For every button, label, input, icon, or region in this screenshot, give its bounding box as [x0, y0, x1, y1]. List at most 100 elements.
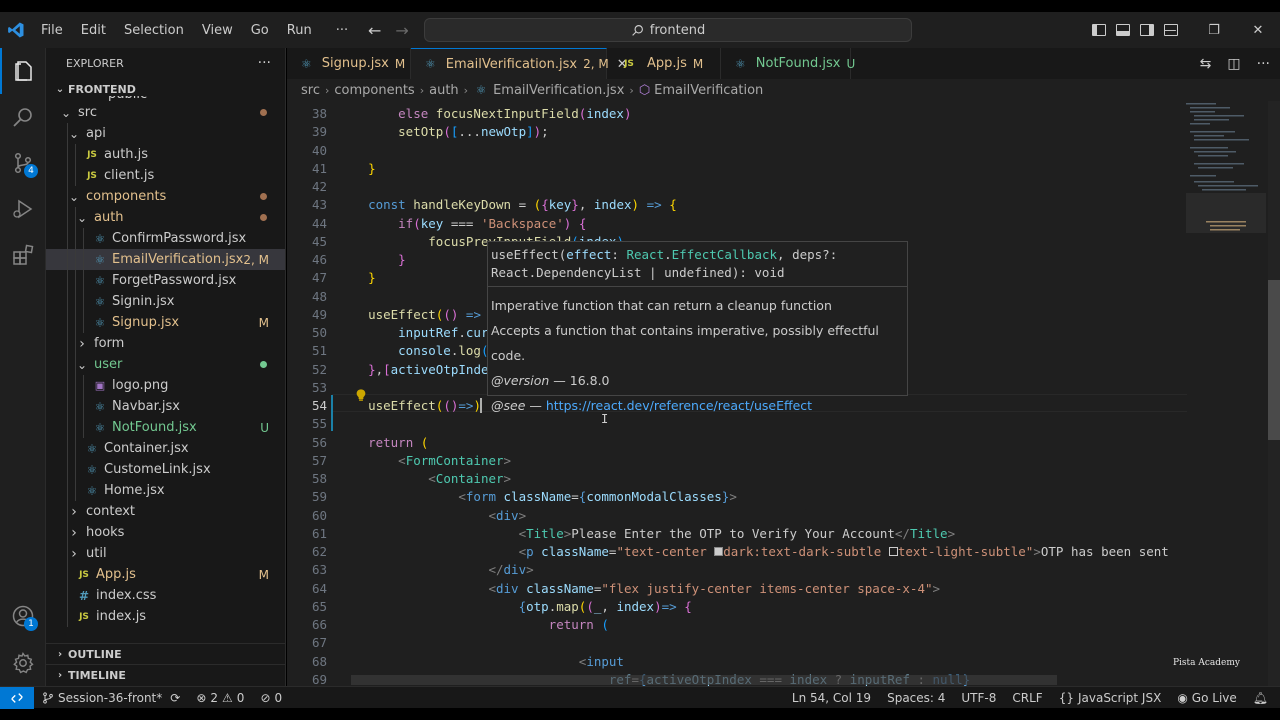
accounts-icon[interactable]: 1: [0, 593, 46, 639]
back-arrow-icon[interactable]: ←: [368, 21, 381, 40]
code-line[interactable]: 62 <p className="text-center dark:text-d…: [287, 543, 1187, 561]
breadcrumb-item[interactable]: components: [334, 83, 414, 98]
tree-file[interactable]: JS client.js: [46, 165, 285, 186]
settings-gear-icon[interactable]: [0, 640, 46, 686]
code-line[interactable]: 68 <input: [287, 653, 1187, 671]
menu-item-view[interactable]: View: [193, 23, 242, 38]
editor-tab[interactable]: ⚛ Signup.jsx M: [287, 48, 411, 79]
close-window-button[interactable]: ✕: [1236, 23, 1280, 38]
tree-file[interactable]: ⚛ Navbar.jsx: [46, 396, 285, 417]
tree-file[interactable]: ⚛ Container.jsx: [46, 438, 285, 459]
code-line[interactable]: 65 {otp.map((_, index)=> {: [287, 598, 1187, 616]
outline-section[interactable]: › OUTLINE: [46, 643, 285, 665]
tree-folder[interactable]: ⌄ user: [46, 354, 285, 375]
breadcrumb-item[interactable]: auth: [429, 83, 459, 98]
scrollbar-thumb[interactable]: [1268, 280, 1280, 440]
tree-folder[interactable]: ⌄ api: [46, 123, 285, 144]
code-line[interactable]: 59 <form className={commonModalClasses}>: [287, 488, 1187, 506]
code-line[interactable]: 57 <FormContainer>: [287, 452, 1187, 470]
menu-item-edit[interactable]: Edit: [72, 23, 115, 38]
code-line[interactable]: 44 if(key === 'Backspace') {: [287, 215, 1187, 233]
code-line[interactable]: 66 return (: [287, 616, 1187, 634]
code-line[interactable]: 38 else focusNextInputField(index): [287, 105, 1187, 123]
language-mode[interactable]: {} JavaScript JSX: [1051, 691, 1170, 705]
tree-file[interactable]: ⚛ CustomeLink.jsx: [46, 459, 285, 480]
remote-indicator-icon[interactable]: [0, 686, 34, 709]
code-line[interactable]: 64 <div className="flex justify-center i…: [287, 580, 1187, 598]
tree-folder[interactable]: ⌄ src: [46, 102, 285, 123]
more-actions-icon[interactable]: ···: [1257, 56, 1270, 72]
toggle-sidebar-icon[interactable]: [1092, 24, 1106, 36]
code-line[interactable]: 42: [287, 178, 1187, 196]
tree-file[interactable]: ⚛ EmailVerification.jsx 2, M: [46, 249, 285, 270]
code-line[interactable]: 43 const handleKeyDown = ({key}, index) …: [287, 196, 1187, 214]
tree-file[interactable]: # index.css: [46, 585, 285, 606]
menu-item-more[interactable]: ···: [327, 23, 357, 38]
tree-folder[interactable]: › util: [46, 543, 285, 564]
code-line[interactable]: 67: [287, 634, 1187, 652]
tree-file[interactable]: JS index.js: [46, 606, 285, 627]
code-line[interactable]: 63 </div>: [287, 561, 1187, 579]
go-live-button[interactable]: ◉ Go Live: [1169, 691, 1244, 705]
explorer-more-button[interactable]: ···: [258, 55, 271, 71]
timeline-section[interactable]: › TIMELINE: [46, 664, 285, 686]
tree-file[interactable]: JS auth.js: [46, 144, 285, 165]
editor-tab[interactable]: ⚛ NotFound.jsx U: [721, 48, 855, 79]
toggle-panel-icon[interactable]: [1116, 24, 1130, 36]
tree-folder[interactable]: ⌄ auth: [46, 207, 285, 228]
minimap[interactable]: [1186, 101, 1266, 281]
code-line[interactable]: 58 <Container>: [287, 470, 1187, 488]
forward-arrow-icon[interactable]: →: [395, 21, 408, 40]
tree-file[interactable]: JS App.js M: [46, 564, 285, 585]
menu-item-go[interactable]: Go: [242, 23, 278, 38]
tree-file[interactable]: ⚛ Signup.jsx M: [46, 312, 285, 333]
menu-item-selection[interactable]: Selection: [115, 23, 193, 38]
code-line[interactable]: 61 <Title>Please Enter the OTP to Verify…: [287, 525, 1187, 543]
breadcrumb-item[interactable]: src: [301, 83, 320, 98]
compare-changes-icon[interactable]: ⇆: [1200, 56, 1212, 72]
menu-item-file[interactable]: File: [32, 23, 72, 38]
notifications-bell-icon[interactable]: 🔔︎: [1245, 691, 1276, 705]
split-editor-icon[interactable]: ◫: [1227, 56, 1240, 72]
breadcrumb-item[interactable]: EmailVerification: [654, 83, 763, 98]
editor-tab[interactable]: ⚛ EmailVerification.jsx 2, M ✕: [411, 48, 628, 79]
code-line[interactable]: 41 }: [287, 160, 1187, 178]
extensions-icon[interactable]: [0, 232, 46, 278]
code-line[interactable]: 60 <div>: [287, 507, 1187, 525]
branch-status[interactable]: Session-36-front* ⟳: [34, 691, 188, 705]
restore-button[interactable]: ❐: [1192, 23, 1236, 38]
tree-folder[interactable]: › hooks: [46, 522, 285, 543]
hover-docs-link[interactable]: https://react.dev/reference/react/useEff…: [546, 398, 812, 413]
search-icon[interactable]: [0, 94, 46, 140]
problems-status[interactable]: ⊗ 2 ⚠ 0: [188, 691, 252, 705]
workspace-root[interactable]: ⌄ FRONTEND: [46, 78, 285, 100]
horizontal-scrollbar[interactable]: [351, 675, 1057, 685]
tree-file[interactable]: ⚛ ForgetPassword.jsx: [46, 270, 285, 291]
ports-status[interactable]: ⊘ 0: [252, 691, 290, 705]
indentation[interactable]: Spaces: 4: [879, 691, 953, 705]
lightbulb-icon[interactable]: [354, 388, 368, 405]
tree-file[interactable]: ⚛ Home.jsx: [46, 480, 285, 501]
tree-file[interactable]: ▣ logo.png: [46, 375, 285, 396]
source-control-icon[interactable]: 4: [0, 140, 46, 186]
tree-file[interactable]: ⚛ NotFound.jsx U: [46, 417, 285, 438]
code-line[interactable]: 40: [287, 142, 1187, 160]
minimize-button[interactable]: —: [1148, 23, 1192, 38]
menu-item-run[interactable]: Run: [278, 23, 321, 38]
explorer-icon[interactable]: [0, 48, 46, 94]
encoding[interactable]: UTF-8: [953, 691, 1004, 705]
tree-folder[interactable]: › form: [46, 333, 285, 354]
tree-file[interactable]: ⚛ Signin.jsx: [46, 291, 285, 312]
tree-folder[interactable]: ⌄ components: [46, 186, 285, 207]
end-of-line[interactable]: CRLF: [1004, 691, 1050, 705]
editor-tab[interactable]: JS App.js M: [607, 48, 721, 79]
run-debug-icon[interactable]: [0, 186, 46, 232]
tree-folder[interactable]: › context: [46, 501, 285, 522]
tree-file[interactable]: ⚛ ConfirmPassword.jsx: [46, 228, 285, 249]
code-line[interactable]: 56 return (: [287, 434, 1187, 452]
cursor-position[interactable]: Ln 54, Col 19: [784, 691, 879, 705]
sync-icon[interactable]: ⟳: [170, 691, 180, 705]
breadcrumb-item[interactable]: EmailVerification.jsx: [493, 83, 624, 98]
command-center-search[interactable]: frontend: [424, 18, 912, 42]
code-line[interactable]: 39 setOtp([...newOtp]);: [287, 123, 1187, 141]
